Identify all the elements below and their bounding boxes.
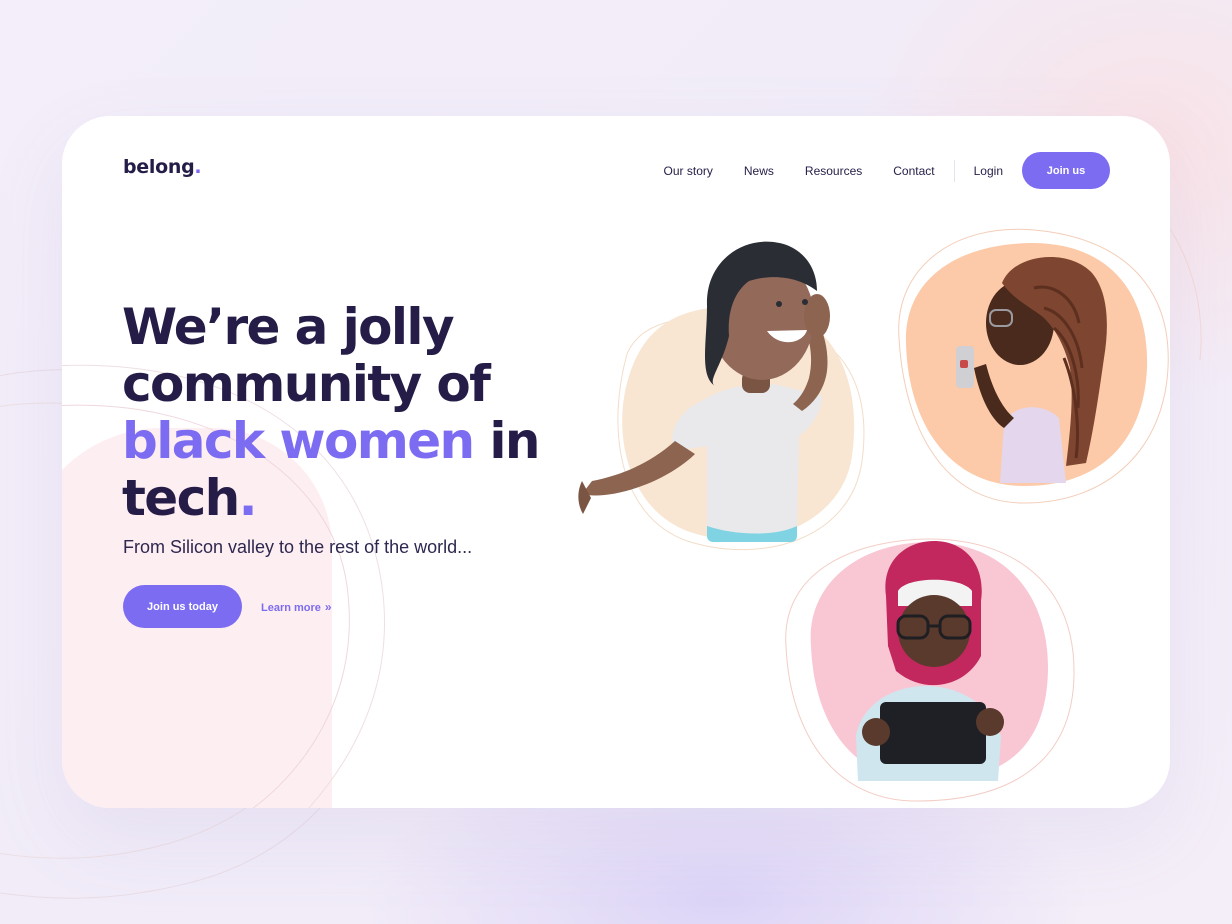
nav-contact[interactable]: Contact bbox=[893, 164, 934, 178]
learn-more-link[interactable]: Learn more» bbox=[261, 600, 332, 614]
woman-hijab-tablet-avatar bbox=[776, 536, 1086, 806]
main-nav: Our story News Resources Contact Login J… bbox=[664, 152, 1110, 189]
double-chevron-right-icon: » bbox=[324, 600, 332, 614]
brand-dot: . bbox=[194, 156, 202, 178]
headline-dot: . bbox=[238, 469, 258, 527]
headline-line-2: community of bbox=[122, 355, 491, 413]
woman-waving-avatar bbox=[567, 236, 897, 556]
nav-divider bbox=[953, 159, 955, 182]
hero-subtitle: From Silicon valley to the rest of the w… bbox=[123, 537, 473, 557]
brand-logo[interactable]: belong. bbox=[123, 156, 202, 178]
tablet-icon bbox=[880, 702, 986, 764]
join-us-today-button[interactable]: Join us today bbox=[123, 585, 242, 628]
nav-news[interactable]: News bbox=[744, 164, 774, 178]
nav-resources[interactable]: Resources bbox=[805, 164, 862, 178]
headline-accent: black women bbox=[122, 412, 475, 470]
hero-card: belong. Our story News Resources Contact… bbox=[62, 116, 1170, 808]
nav-our-story[interactable]: Our story bbox=[664, 164, 713, 178]
headline-line-3-rest: in bbox=[473, 412, 540, 470]
login-link[interactable]: Login bbox=[974, 164, 1003, 178]
learn-more-label: Learn more bbox=[261, 602, 321, 614]
hero-headline: We’re a jolly community of black women i… bbox=[122, 298, 540, 527]
brand-name: belong bbox=[123, 156, 195, 178]
headline-line-1: We’re a jolly bbox=[122, 298, 455, 356]
woman-braids-phone-avatar bbox=[894, 228, 1170, 508]
join-us-button[interactable]: Join us bbox=[1022, 152, 1110, 189]
headline-line-4: tech bbox=[122, 469, 240, 527]
